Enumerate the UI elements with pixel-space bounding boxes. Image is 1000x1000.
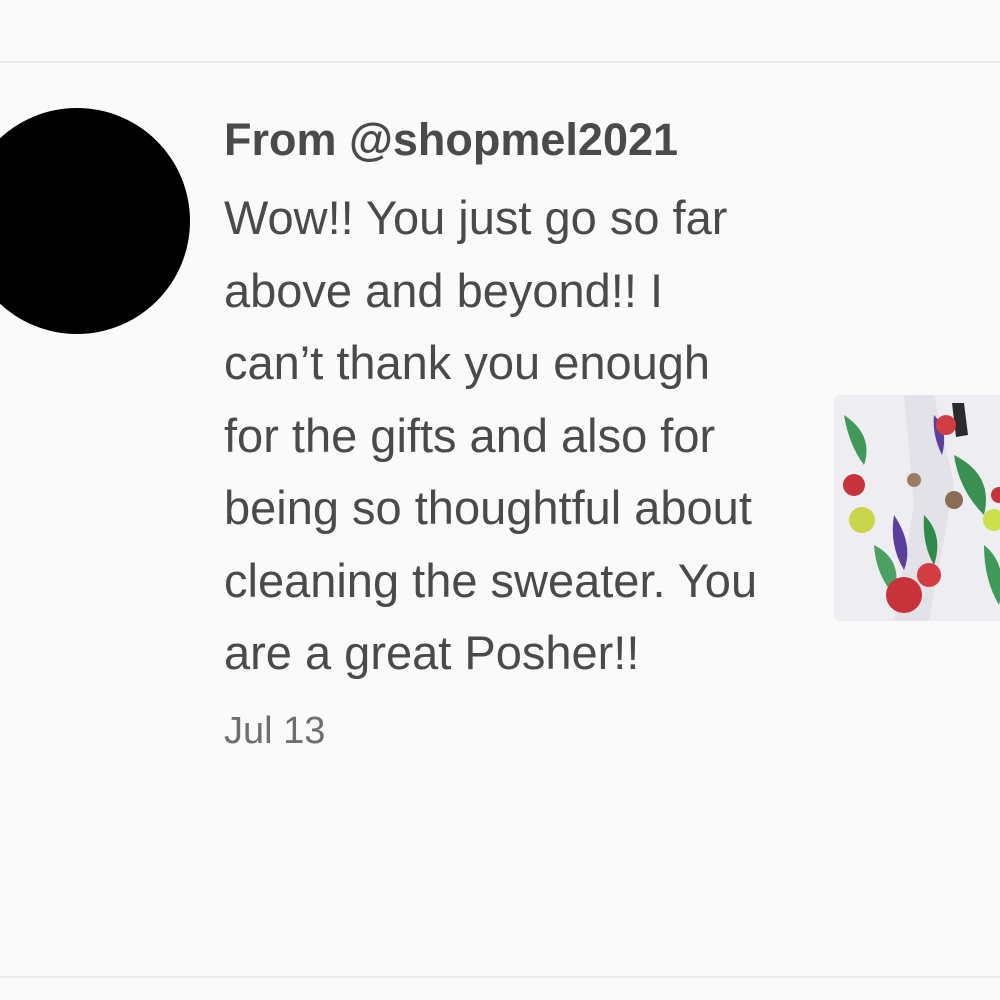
floral-garment-photo-icon: [834, 395, 1000, 621]
divider-bottom: [0, 976, 1000, 978]
avatar[interactable]: [0, 108, 190, 334]
listing-thumbnail[interactable]: [834, 395, 1000, 621]
review-content: From @shopmel2021 Wow!! You just go so f…: [224, 108, 784, 758]
review-screen: From @shopmel2021 Wow!! You just go so f…: [0, 0, 1000, 1000]
divider-top: [0, 61, 1000, 63]
review-date: Jul 13: [224, 709, 326, 752]
review-message: Wow!! You just go so far above and beyon…: [224, 191, 758, 679]
review-from-label[interactable]: From @shopmel2021: [224, 108, 784, 172]
